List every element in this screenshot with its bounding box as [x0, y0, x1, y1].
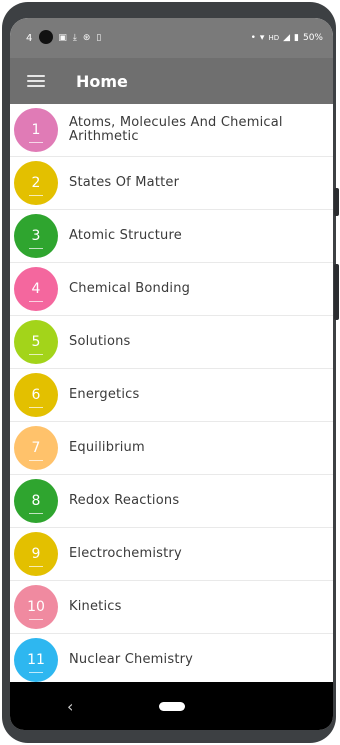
page-title: Home	[76, 71, 128, 91]
menu-line	[27, 85, 45, 87]
back-triangle-icon[interactable]: ‹	[67, 697, 73, 716]
chapter-number-badge: 7	[14, 426, 58, 470]
chapter-title: Atoms, Molecules And Chemical Arithmetic	[69, 115, 283, 144]
battery-icon: ▮	[294, 33, 299, 43]
hd-icon: HD	[268, 34, 280, 42]
chapter-number: 11	[27, 652, 45, 668]
chapter-number: 6	[31, 387, 41, 403]
chapter-number-badge: 8	[14, 479, 58, 523]
badge-underline	[29, 407, 43, 408]
chapter-number-badge: 5	[14, 320, 58, 364]
download-icon: ⤓	[72, 33, 77, 43]
power-button	[334, 264, 339, 320]
phone-frame: 4 ▣ ⤓ ⊛ ▯ • ▾ HD ◢ ▮ 50% Home 1 Atoms, M…	[2, 2, 339, 743]
chapter-list-item[interactable]: 10 Kinetics	[10, 581, 333, 634]
notification-icon: ▣	[58, 33, 67, 43]
status-right: • ▾ HD ◢ ▮ 50%	[251, 33, 323, 43]
chapter-list-item[interactable]: 4 Chemical Bonding	[10, 263, 333, 316]
chapter-number-badge: 11	[14, 638, 58, 682]
badge-underline	[29, 301, 43, 302]
front-camera	[39, 30, 53, 44]
app-bar: Home	[10, 58, 333, 104]
chapter-list-item[interactable]: 1 Atoms, Molecules And Chemical Arithmeti…	[10, 104, 333, 157]
screen: 4 ▣ ⤓ ⊛ ▯ • ▾ HD ◢ ▮ 50% Home 1 Atoms, M…	[10, 18, 333, 730]
chapter-number-badge: 1	[14, 108, 58, 152]
battery-percent: 50%	[302, 33, 323, 43]
chapter-title: Redox Reactions	[69, 493, 180, 508]
sync-icon: ⊛	[82, 33, 91, 43]
home-pill-icon[interactable]	[158, 701, 185, 711]
dot-icon: •	[250, 33, 256, 43]
chapter-number: 10	[27, 599, 45, 615]
chapter-title: Energetics	[69, 387, 140, 402]
badge-underline	[29, 248, 43, 249]
chapter-list-item[interactable]: 6 Energetics	[10, 369, 333, 422]
chapter-number: 5	[31, 334, 41, 350]
badge-underline	[29, 354, 43, 355]
chapter-number-badge: 6	[14, 373, 58, 417]
chapter-list-item[interactable]: 9 Electrochemistry	[10, 528, 333, 581]
chapter-number-badge: 3	[14, 214, 58, 258]
chapter-number: 8	[31, 493, 41, 509]
chapter-number-badge: 9	[14, 532, 58, 576]
chapter-number: 1	[31, 122, 41, 138]
menu-line	[27, 80, 45, 82]
chapter-number-badge: 2	[14, 161, 58, 205]
badge-underline	[29, 195, 43, 196]
chapter-title: Kinetics	[69, 599, 122, 614]
chapter-list-item[interactable]: 7 Equilibrium	[10, 422, 333, 475]
status-bar: 4 ▣ ⤓ ⊛ ▯ • ▾ HD ◢ ▮ 50%	[10, 18, 333, 58]
chapter-list[interactable]: 1 Atoms, Molecules And Chemical Arithmeti…	[10, 104, 333, 682]
chapter-title: Atomic Structure	[69, 228, 182, 243]
badge-underline	[29, 513, 43, 514]
badge-underline	[29, 566, 43, 567]
chapter-list-item[interactable]: 11 Nuclear Chemistry	[10, 634, 333, 682]
chapter-title: Nuclear Chemistry	[69, 652, 194, 667]
navigation-bar: ‹	[10, 682, 333, 730]
chapter-list-item[interactable]: 2 States Of Matter	[10, 157, 333, 210]
status-left: 4 ▣ ⤓ ⊛ ▯	[26, 33, 101, 44]
chapter-number-badge: 10	[14, 585, 58, 629]
badge-underline	[29, 672, 43, 673]
chapter-number: 2	[31, 175, 41, 191]
battery-small-icon: ▯	[96, 33, 102, 43]
chapter-list-item[interactable]: 3 Atomic Structure	[10, 210, 333, 263]
signal-icon: ◢	[283, 33, 291, 43]
chapter-number: 7	[31, 440, 41, 456]
badge-underline	[29, 460, 43, 461]
badge-underline	[29, 142, 43, 143]
chapter-title: States Of Matter	[69, 175, 180, 190]
chapter-title: Solutions	[69, 334, 131, 349]
chapter-list-item[interactable]: 8 Redox Reactions	[10, 475, 333, 528]
badge-underline	[29, 619, 43, 620]
chapter-title: Equilibrium	[69, 440, 145, 455]
wifi-icon: ▾	[259, 33, 265, 43]
chapter-list-item[interactable]: 5 Solutions	[10, 316, 333, 369]
chapter-number: 3	[31, 228, 41, 244]
menu-line	[27, 75, 45, 77]
chapter-number: 9	[31, 546, 41, 562]
chapter-number-badge: 4	[14, 267, 58, 311]
chapter-title: Chemical Bonding	[69, 281, 191, 296]
status-time: 4	[26, 32, 33, 44]
chapter-title: Electrochemistry	[69, 546, 182, 561]
chapter-number: 4	[31, 281, 41, 297]
hamburger-menu-icon[interactable]	[27, 74, 45, 88]
volume-button	[334, 188, 339, 216]
